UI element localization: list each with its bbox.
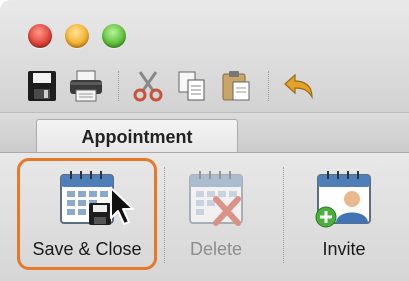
delete-label: Delete (189, 239, 243, 259)
copy-button[interactable] (174, 68, 210, 104)
toolbar-separator (118, 71, 120, 101)
undo-button[interactable] (280, 68, 316, 104)
ribbon-tab-bar: Appointment (0, 112, 409, 154)
toolbar-separator (268, 71, 270, 101)
close-window-button[interactable] (28, 24, 52, 48)
minimize-window-button[interactable] (65, 24, 89, 48)
invite-button[interactable]: Invite (284, 161, 404, 269)
tab-appointment[interactable]: Appointment (36, 119, 238, 154)
copy-icon (178, 71, 205, 101)
calendar-delete-icon (186, 169, 246, 229)
print-icon (70, 70, 102, 102)
delete-button[interactable]: Delete (156, 161, 276, 269)
quick-access-toolbar (24, 64, 324, 108)
window-controls (28, 24, 126, 48)
mouse-pointer-icon (110, 187, 134, 225)
save-button[interactable] (24, 68, 60, 104)
invite-label: Invite (322, 239, 366, 259)
cut-button[interactable] (130, 68, 166, 104)
cut-icon (133, 71, 163, 102)
print-button[interactable] (68, 68, 104, 104)
paste-icon (222, 71, 250, 101)
outlook-appointment-window: Appointment Save & Close Delete Invite (0, 0, 409, 281)
calendar-invite-icon (314, 169, 374, 229)
save-icon (28, 71, 56, 101)
undo-icon (284, 73, 313, 100)
zoom-window-button[interactable] (102, 24, 126, 48)
ribbon-panel: Save & Close Delete Invite (0, 152, 409, 281)
paste-button[interactable] (218, 68, 254, 104)
